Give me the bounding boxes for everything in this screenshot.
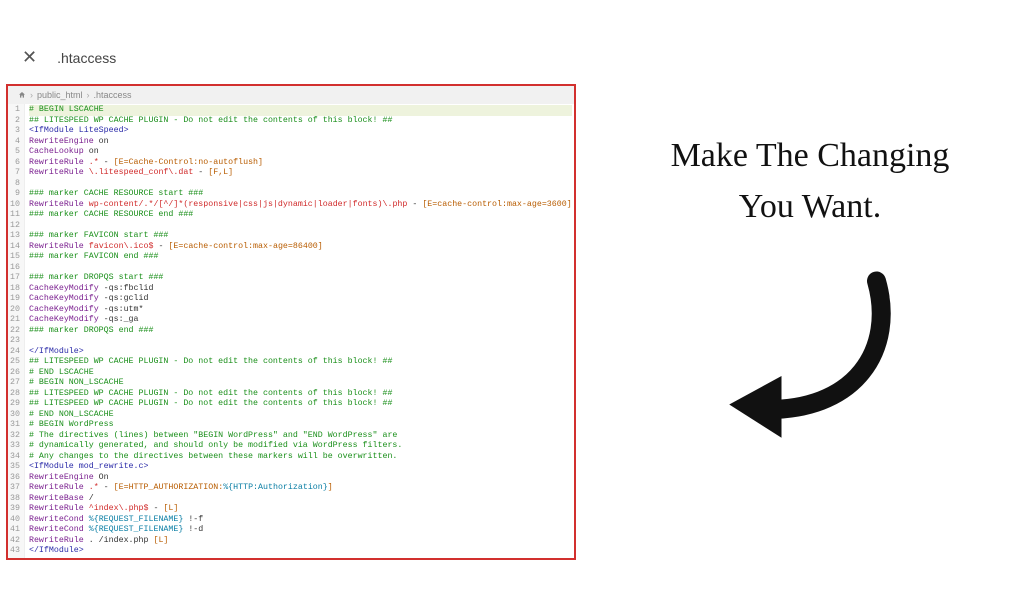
code-line[interactable]: # BEGIN WordPress (29, 420, 572, 431)
close-icon[interactable]: ✕ (12, 41, 47, 74)
code-line[interactable]: # The directives (lines) between "BEGIN … (29, 431, 572, 442)
code-line[interactable]: ### marker CACHE RESOURCE end ### (29, 210, 572, 221)
code-line[interactable]: # dynamically generated, and should only… (29, 441, 572, 452)
breadcrumb-sep: › (87, 90, 90, 100)
code-line[interactable] (29, 263, 572, 274)
code-line[interactable]: ### marker DROPQS start ### (29, 273, 572, 284)
code-line[interactable]: ## LITESPEED WP CACHE PLUGIN - Do not ed… (29, 116, 572, 127)
code-line[interactable]: RewriteRule ^index\.php$ - [L] (29, 504, 572, 515)
title-bar: ✕ .htaccess (0, 30, 1024, 84)
code-line[interactable]: </IfModule> (29, 546, 572, 557)
code-line[interactable] (29, 221, 572, 232)
code-line[interactable]: <IfModule mod_rewrite.c> (29, 462, 572, 473)
code-line[interactable]: RewriteRule .* - [E=HTTP_AUTHORIZATION:%… (29, 483, 572, 494)
code-line[interactable]: ## LITESPEED WP CACHE PLUGIN - Do not ed… (29, 399, 572, 410)
code-line[interactable]: RewriteRule . /index.php [L] (29, 536, 572, 547)
code-editor[interactable]: 1234567891011121314151617181920212223242… (8, 104, 574, 558)
code-line[interactable]: RewriteEngine On (29, 473, 572, 484)
code-line[interactable] (29, 336, 572, 347)
code-line[interactable]: # END NON_LSCACHE (29, 410, 572, 421)
code-line[interactable]: ## LITESPEED WP CACHE PLUGIN - Do not ed… (29, 357, 572, 368)
code-line[interactable]: CacheLookup on (29, 147, 572, 158)
code-line[interactable]: ## LITESPEED WP CACHE PLUGIN - Do not ed… (29, 389, 572, 400)
code-line[interactable]: # BEGIN LSCACHE (29, 105, 572, 116)
code-line[interactable]: RewriteBase / (29, 494, 572, 505)
code-line[interactable]: ### marker FAVICON start ### (29, 231, 572, 242)
breadcrumb-sep: › (30, 90, 33, 100)
code-line[interactable]: RewriteRule \.litespeed_conf\.dat - [F,L… (29, 168, 572, 179)
editor-card: › public_html › .htaccess 12345678910111… (6, 84, 576, 560)
code-line[interactable]: ### marker FAVICON end ### (29, 252, 572, 263)
home-icon[interactable] (18, 91, 26, 99)
code-line[interactable]: # END LSCACHE (29, 368, 572, 379)
code-line[interactable]: ### marker DROPQS end ### (29, 326, 572, 337)
code-line[interactable]: RewriteCond %{REQUEST_FILENAME} !-f (29, 515, 572, 526)
code-line[interactable]: <IfModule LiteSpeed> (29, 126, 572, 137)
arrow-icon (600, 262, 1020, 452)
code-lines[interactable]: # BEGIN LSCACHE## LITESPEED WP CACHE PLU… (25, 104, 576, 558)
code-line[interactable]: RewriteCond %{REQUEST_FILENAME} !-d (29, 525, 572, 536)
code-line[interactable]: </IfModule> (29, 347, 572, 358)
code-line[interactable]: RewriteEngine on (29, 137, 572, 148)
annotation-panel: Make The Changing You Want. (600, 130, 1020, 452)
code-line[interactable]: CacheKeyModify -qs:fbclid (29, 284, 572, 295)
code-line[interactable]: CacheKeyModify -qs:_ga (29, 315, 572, 326)
annotation-headline: Make The Changing You Want. (600, 130, 1020, 232)
breadcrumb-item[interactable]: .htaccess (94, 90, 132, 100)
code-line[interactable]: RewriteRule favicon\.ico$ - [E=cache-con… (29, 242, 572, 253)
breadcrumb: › public_html › .htaccess (8, 86, 574, 104)
code-line[interactable]: ### marker CACHE RESOURCE start ### (29, 189, 572, 200)
code-line[interactable]: # BEGIN NON_LSCACHE (29, 378, 572, 389)
code-line[interactable]: CacheKeyModify -qs:utm* (29, 305, 572, 316)
code-line[interactable]: CacheKeyModify -qs:gclid (29, 294, 572, 305)
line-gutter: 1234567891011121314151617181920212223242… (8, 104, 25, 558)
code-line[interactable] (29, 179, 572, 190)
code-line[interactable]: # Any changes to the directives between … (29, 452, 572, 463)
file-title: .htaccess (57, 50, 116, 66)
code-line[interactable]: RewriteRule wp-content/.*/[^/]*(responsi… (29, 200, 572, 211)
breadcrumb-item[interactable]: public_html (37, 90, 83, 100)
code-line[interactable]: RewriteRule .* - [E=Cache-Control:no-aut… (29, 158, 572, 169)
